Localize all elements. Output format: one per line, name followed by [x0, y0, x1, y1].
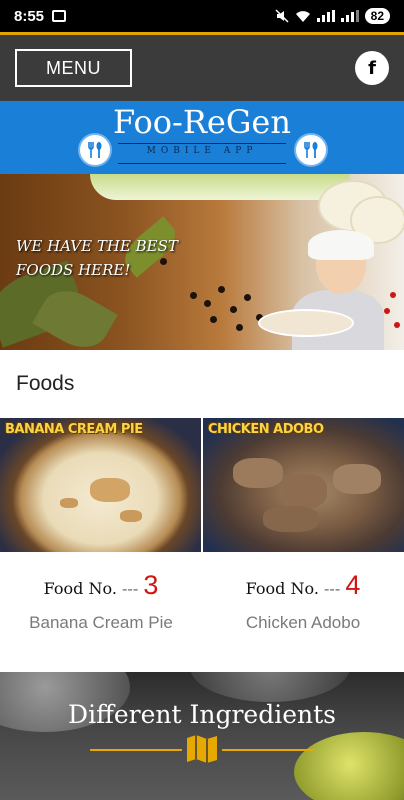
signal-icon	[316, 10, 335, 22]
adobo-chunk	[333, 464, 381, 494]
hero-pepper	[210, 316, 217, 323]
hero-pepper	[230, 306, 237, 313]
ingredients-plate	[190, 672, 350, 702]
fork-spoon-icon-right	[294, 133, 328, 167]
hero-tagline: WE HAVE THE BEST FOODS HERE!	[16, 237, 178, 279]
ingredients-rule-left	[90, 749, 182, 751]
app-title: Foo-ReGen	[113, 103, 291, 141]
top-bar: MENU f	[0, 35, 404, 101]
status-icons: 82	[275, 8, 390, 24]
brand-banner: Foo-ReGen MOBILE APP	[0, 101, 404, 174]
food-number-value: 3	[143, 570, 159, 600]
mute-icon	[275, 9, 289, 23]
wifi-icon	[295, 11, 310, 22]
status-bar: 8:55 82	[0, 0, 404, 32]
food-image-banana-cream-pie[interactable]: BANANA CREAM PIE	[0, 418, 201, 552]
menu-button[interactable]: MENU	[15, 49, 132, 87]
map-icon	[187, 735, 217, 763]
facebook-icon[interactable]: f	[355, 51, 389, 85]
food-number-prefix: Food No.	[245, 579, 319, 598]
food-number: Food No. --- 3	[0, 570, 202, 601]
food-name[interactable]: Chicken Adobo	[202, 613, 404, 633]
food-card-banana-cream-pie[interactable]: Food No. --- 3 Banana Cream Pie	[0, 552, 202, 672]
food-number-value: 4	[345, 570, 361, 600]
hero-berry	[384, 308, 390, 314]
hero-berry	[390, 292, 396, 298]
status-time: 8:55	[14, 7, 45, 25]
hero-berry	[394, 322, 400, 328]
hero-pepper	[190, 292, 197, 299]
adobo-chunk	[283, 474, 327, 508]
screenshot-icon	[52, 10, 67, 22]
adobo-chunk	[233, 458, 283, 488]
food-image-chicken-adobo[interactable]: CHICKEN ADOBO	[201, 418, 404, 552]
ingredients-oil	[294, 732, 404, 800]
adobo-chunk	[263, 506, 319, 532]
hero-onion	[90, 174, 350, 200]
pie-topping	[60, 498, 78, 508]
food-number-prefix: Food No.	[43, 579, 117, 598]
fork-spoon-icon	[78, 133, 112, 167]
app-subtitle: MOBILE APP	[146, 146, 258, 156]
ingredients-title: Different Ingredients	[68, 700, 336, 729]
hero-chef-hat	[308, 230, 374, 260]
hero-pepper	[244, 294, 251, 301]
food-image-caption: BANANA CREAM PIE	[5, 422, 143, 437]
food-info-row: Food No. --- 3 Banana Cream Pie Food No.…	[0, 552, 404, 672]
ingredients-rule-right	[222, 749, 314, 751]
food-number-dash: ---	[122, 579, 139, 598]
hero-pepper	[236, 324, 243, 331]
food-number: Food No. --- 4	[202, 570, 404, 601]
food-number-dash: ---	[324, 579, 341, 598]
hero-banner: WE HAVE THE BEST FOODS HERE!	[0, 174, 404, 350]
food-name[interactable]: Banana Cream Pie	[0, 613, 202, 633]
hero-plate	[258, 309, 354, 337]
food-image-caption: CHICKEN ADOBO	[208, 422, 324, 437]
brand-rule-top	[118, 143, 286, 144]
pie-topping	[90, 478, 130, 502]
hero-pepper	[218, 286, 225, 293]
pie-topping	[120, 510, 142, 522]
battery-icon: 82	[364, 8, 390, 24]
brand-rule-bottom	[118, 163, 286, 164]
signal-icon-2	[340, 10, 359, 22]
hero-pepper	[204, 300, 211, 307]
ingredients-section: Different Ingredients	[0, 672, 404, 800]
food-image-grid: BANANA CREAM PIE CHICKEN ADOBO	[0, 418, 404, 552]
food-card-chicken-adobo[interactable]: Food No. --- 4 Chicken Adobo	[202, 552, 404, 672]
foods-heading: Foods	[16, 372, 75, 395]
